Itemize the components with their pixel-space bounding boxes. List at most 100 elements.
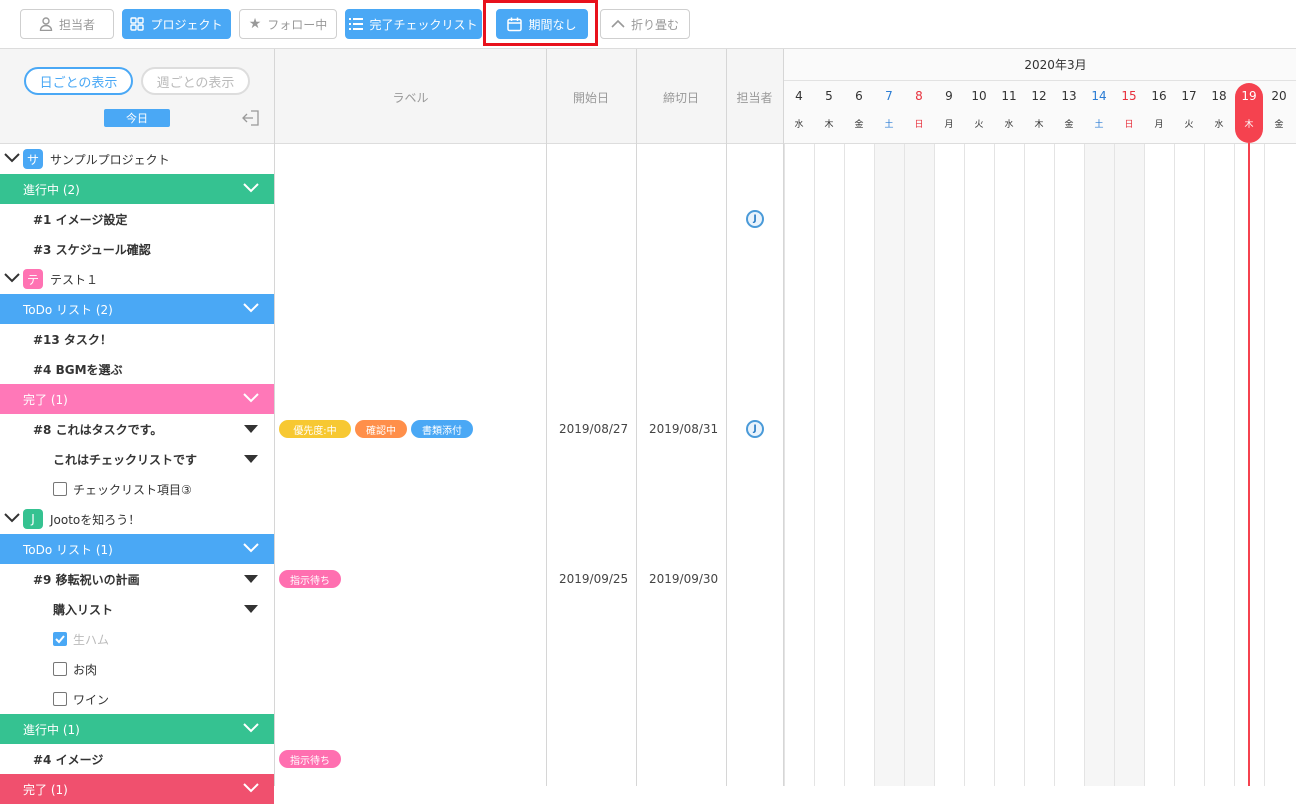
calendar-weekday: 火 bbox=[974, 120, 984, 130]
expand-triangle-icon[interactable] bbox=[244, 455, 258, 463]
expand-triangle-icon[interactable] bbox=[244, 605, 258, 613]
calendar-day-column bbox=[1204, 144, 1234, 786]
group-header[interactable]: ToDo リスト (2) bbox=[0, 294, 274, 324]
calendar-month: 2020年3月 bbox=[783, 49, 1296, 81]
calendar-day-number: 12 bbox=[1031, 89, 1047, 103]
calendar-weekday: 金 bbox=[1274, 120, 1284, 130]
calendar-weekday: 金 bbox=[1064, 120, 1074, 130]
highlight-box bbox=[483, 0, 598, 46]
calendar-day-number: 18 bbox=[1211, 89, 1227, 103]
assignee-avatar[interactable]: J bbox=[746, 420, 764, 438]
calendar-day-number: 19 bbox=[1241, 89, 1257, 103]
calendar-day-number: 17 bbox=[1181, 89, 1197, 103]
group-header[interactable]: 進行中 (1) bbox=[0, 714, 274, 744]
calendar-day-number: 7 bbox=[885, 89, 893, 103]
chevron-down-icon[interactable] bbox=[242, 542, 260, 557]
group-label: 完了 (1) bbox=[23, 392, 68, 407]
expand-triangle-icon[interactable] bbox=[244, 425, 258, 433]
task-row[interactable]: #1 イメージ設定 bbox=[0, 204, 274, 234]
calendar-day-number: 8 bbox=[915, 89, 923, 103]
calendar-day-column bbox=[934, 144, 964, 786]
project-row[interactable]: J Jootoを知ろう！ bbox=[0, 504, 274, 534]
calendar-day-column bbox=[904, 144, 934, 786]
calendar-day-header: 12 木 bbox=[1024, 81, 1054, 130]
chevron-down-icon[interactable] bbox=[242, 782, 260, 797]
checklist-row[interactable]: これはチェックリストです bbox=[0, 444, 274, 474]
calendar-weekday: 土 bbox=[884, 120, 894, 130]
checklist-item-label: お肉 bbox=[73, 662, 98, 677]
calendar-day-column bbox=[1174, 144, 1204, 786]
group-label: ToDo リスト (2) bbox=[23, 302, 113, 317]
chevron-down-icon[interactable] bbox=[242, 392, 260, 407]
label-tag: 優先度:中 bbox=[279, 420, 351, 438]
weekly-view-button[interactable]: 週ごとの表示 bbox=[141, 67, 250, 95]
calendar-day-number: 13 bbox=[1061, 89, 1077, 103]
task-row[interactable]: #9 移転祝いの計画 bbox=[0, 564, 274, 594]
project-icon: サ bbox=[23, 149, 43, 169]
checklist-item-label: 生ハム bbox=[73, 632, 110, 647]
task-name: #9 移転祝いの計画 bbox=[33, 572, 140, 587]
checklist-item[interactable]: ワイン bbox=[0, 684, 274, 714]
checkbox[interactable] bbox=[53, 482, 67, 496]
project-name: サンプルプロジェクト bbox=[50, 152, 170, 167]
project-row[interactable]: テテスト１ bbox=[0, 264, 274, 294]
calendar-day-column bbox=[814, 144, 844, 786]
checkbox[interactable] bbox=[53, 692, 67, 706]
divider bbox=[274, 49, 275, 786]
task-name: #8 これはタスクです。 bbox=[33, 422, 163, 437]
checklist-item[interactable]: チェックリスト項目③ bbox=[0, 474, 274, 504]
calendar-weekday: 金 bbox=[854, 120, 864, 130]
chevron-up-icon bbox=[611, 19, 625, 28]
chevron-down-icon[interactable] bbox=[4, 272, 20, 286]
task-row[interactable]: #4 BGMを選ぶ bbox=[0, 354, 274, 384]
calendar-day-header: 20 金 bbox=[1264, 81, 1294, 130]
group-header[interactable]: 完了 (1) bbox=[0, 384, 274, 414]
exit-icon[interactable] bbox=[242, 110, 259, 126]
label-tag: 確認中 bbox=[355, 420, 407, 438]
daily-view-button[interactable]: 日ごとの表示 bbox=[24, 67, 133, 95]
assignee-filter-button[interactable]: 担当者 bbox=[20, 9, 114, 39]
collapse-button[interactable]: 折り畳む bbox=[600, 9, 690, 39]
calendar-day-column bbox=[1024, 144, 1054, 786]
checkbox[interactable] bbox=[53, 632, 67, 646]
task-row[interactable]: #13 タスク！ bbox=[0, 324, 274, 354]
group-header[interactable]: 進行中 (2) bbox=[0, 174, 274, 204]
divider bbox=[636, 49, 637, 786]
checklist-name: これはチェックリストです bbox=[53, 452, 198, 467]
calendar-day-header: 10 火 bbox=[964, 81, 994, 130]
checklist-name: 購入リスト bbox=[53, 602, 114, 617]
calendar-day-number: 10 bbox=[971, 89, 987, 103]
project-icon: テ bbox=[23, 269, 43, 289]
group-label: 進行中 (2) bbox=[23, 182, 80, 197]
today-button[interactable]: 今日 bbox=[104, 109, 170, 127]
calendar-day-header: 14 土 bbox=[1084, 81, 1114, 130]
checkbox[interactable] bbox=[53, 662, 67, 676]
divider bbox=[726, 49, 727, 786]
checklist-row[interactable]: 購入リスト bbox=[0, 594, 274, 624]
checklist-item[interactable]: お肉 bbox=[0, 654, 274, 684]
expand-triangle-icon[interactable] bbox=[244, 575, 258, 583]
calendar-day-header: 11 水 bbox=[994, 81, 1024, 130]
project-view-button[interactable]: プロジェクト bbox=[122, 9, 231, 39]
chevron-down-icon[interactable] bbox=[242, 182, 260, 197]
calendar-weekday: 日 bbox=[1124, 120, 1134, 130]
task-row[interactable]: #4 イメージ bbox=[0, 744, 274, 774]
checklist-item[interactable]: 生ハム bbox=[0, 624, 274, 654]
chevron-down-icon[interactable] bbox=[4, 512, 20, 526]
chevron-down-icon[interactable] bbox=[4, 152, 20, 166]
column-header-assignee: 担当者 bbox=[736, 91, 773, 105]
chevron-down-icon[interactable] bbox=[242, 302, 260, 317]
completed-checklist-button[interactable]: 完了チェックリスト bbox=[345, 9, 482, 39]
calendar-day-header: 4水 bbox=[784, 81, 814, 130]
assignee-avatar[interactable]: J bbox=[746, 210, 764, 228]
chevron-down-icon[interactable] bbox=[242, 722, 260, 737]
calendar-day-header: 7土 bbox=[874, 81, 904, 130]
group-header[interactable]: ToDo リスト (1) bbox=[0, 534, 274, 564]
project-row[interactable]: ササンプルプロジェクト bbox=[0, 144, 274, 174]
task-row[interactable]: #3 スケジュール確認 bbox=[0, 234, 274, 264]
grid-icon bbox=[130, 17, 145, 31]
project-name: テスト１ bbox=[50, 272, 99, 287]
group-header[interactable]: 完了 (1) bbox=[0, 774, 274, 804]
follow-filter-button[interactable]: ★ フォロー中 bbox=[239, 9, 337, 39]
task-row[interactable]: #8 これはタスクです。 bbox=[0, 414, 274, 444]
